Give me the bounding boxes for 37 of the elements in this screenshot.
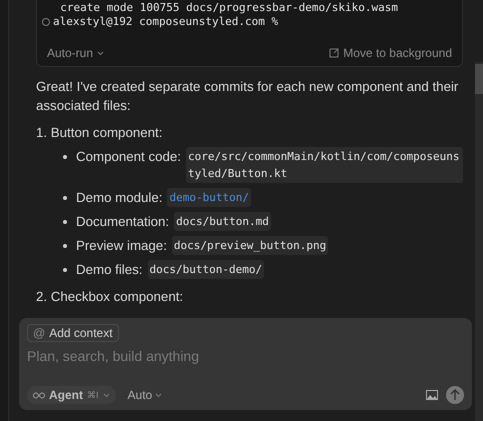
bullet-icon — [63, 244, 67, 248]
bullet-icon — [63, 220, 67, 224]
code-path: docs/button-demo/ — [148, 260, 264, 279]
auto-run-dropdown[interactable]: Auto-run — [47, 46, 104, 60]
caret-icon — [97, 50, 104, 56]
item-label: Preview image: — [76, 237, 167, 255]
caret-icon — [155, 392, 162, 398]
terminal-prompt: alexstyl@192 composeunstyled.com % — [53, 15, 278, 29]
status-icon — [42, 18, 50, 26]
code-path: docs/button.md — [174, 212, 271, 231]
infinity-icon — [33, 392, 45, 398]
bullet-icon — [63, 155, 67, 159]
at-sign: @ — [33, 326, 46, 340]
item-label: Component code: — [76, 148, 181, 166]
external-link-icon — [329, 48, 340, 58]
module-link[interactable]: demo-button/ — [167, 188, 251, 207]
arrow-up-icon — [450, 389, 460, 401]
agent-mode-button[interactable]: Agent ⌘I — [27, 386, 116, 404]
code-path: docs/preview_button.png — [172, 236, 328, 255]
image-icon[interactable] — [426, 390, 438, 400]
send-button[interactable] — [446, 386, 464, 404]
bullet-icon — [63, 196, 67, 200]
caret-icon — [102, 392, 110, 398]
item-label: Demo module: — [76, 189, 162, 207]
section-title: 2. Checkbox component: — [36, 288, 184, 306]
bullet-icon — [63, 268, 67, 272]
terminal-line: create mode 100755 docs/progressbar-demo/skiko.wasm — [59, 1, 399, 15]
model-dropdown[interactable]: Auto — [124, 388, 166, 402]
item-label: Demo files: — [76, 261, 143, 279]
code-path: core/src/commonMain/kotlin/com/composeunstyled/Button.kt — [186, 147, 463, 183]
move-to-background-button[interactable]: Move to background — [329, 46, 452, 60]
item-label: Documentation: — [76, 213, 170, 231]
add-context-button[interactable]: @ Add context — [27, 324, 119, 342]
message-text: Great! I've created separate commits for each new component and their associated files: — [36, 78, 460, 115]
prompt-input[interactable]: Plan, search, build anything — [27, 348, 464, 364]
scrollbar[interactable] — [475, 62, 483, 421]
section-title: 1. Button component: — [36, 124, 164, 142]
